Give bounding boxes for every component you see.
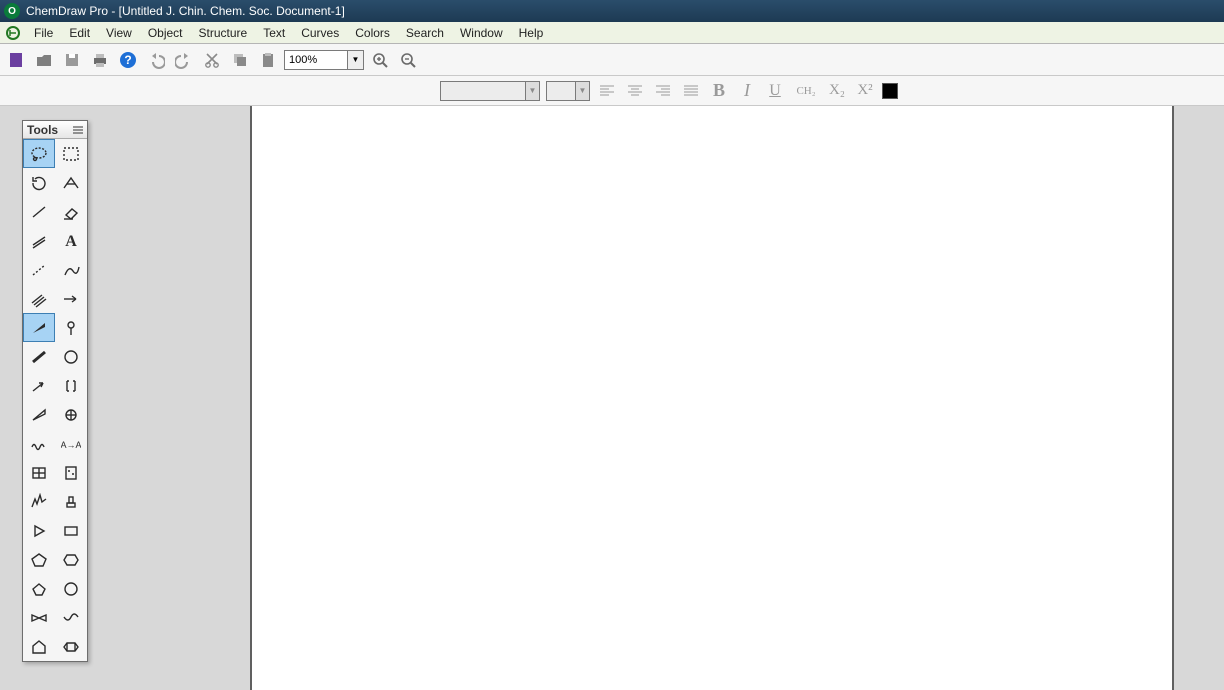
undo-button[interactable]	[144, 48, 168, 72]
dashed-bond-tool[interactable]	[23, 255, 55, 284]
open-button[interactable]	[32, 48, 56, 72]
chemical-symbol-tool[interactable]	[55, 400, 87, 429]
subscript-button[interactable]: X₂	[826, 80, 848, 102]
cut-button[interactable]	[200, 48, 224, 72]
menu-help[interactable]: Help	[511, 24, 552, 42]
new-document-button[interactable]	[4, 48, 28, 72]
text-tool[interactable]: A	[55, 226, 87, 255]
svg-text:A: A	[65, 233, 77, 250]
font-size-combo[interactable]: ▼	[546, 81, 590, 101]
window-title: ChemDraw Pro - [Untitled J. Chin. Chem. …	[26, 4, 345, 18]
paste-button[interactable]	[256, 48, 280, 72]
format-toolbar: ▼ ▼ B I U CH₂ X₂ X²	[0, 76, 1224, 106]
zoom-out-button[interactable]	[396, 48, 420, 72]
drawing-canvas[interactable]	[250, 106, 1174, 690]
hexagon-tool[interactable]	[55, 545, 87, 574]
menu-curves[interactable]: Curves	[293, 24, 347, 42]
menu-edit[interactable]: Edit	[61, 24, 98, 42]
menu-object[interactable]: Object	[140, 24, 191, 42]
arrow-tool[interactable]	[55, 284, 87, 313]
bowtie-tool[interactable]	[23, 603, 55, 632]
menu-window[interactable]: Window	[452, 24, 511, 42]
rectangle-tool[interactable]	[55, 516, 87, 545]
menu-file[interactable]: File	[26, 24, 61, 42]
align-right-button[interactable]	[652, 80, 674, 102]
save-button[interactable]	[60, 48, 84, 72]
bracket-tool[interactable]	[55, 371, 87, 400]
font-family-combo[interactable]: ▼	[440, 81, 540, 101]
svg-text:?: ?	[124, 53, 131, 67]
double-bond-tool[interactable]	[23, 226, 55, 255]
bold-button[interactable]: B	[708, 80, 730, 102]
atom-label-tool[interactable]: A→A	[55, 429, 87, 458]
hollow-wedge-tool[interactable]	[23, 400, 55, 429]
svg-text:A→A: A→A	[61, 440, 81, 450]
rotate-tool[interactable]	[23, 168, 55, 197]
redo-button[interactable]	[172, 48, 196, 72]
align-center-button[interactable]	[624, 80, 646, 102]
menu-colors[interactable]: Colors	[347, 24, 398, 42]
zoom-level-field[interactable]: 100% ▼	[284, 50, 364, 70]
zoom-dropdown-arrow[interactable]: ▼	[347, 51, 363, 69]
eraser-tool[interactable]	[55, 197, 87, 226]
cube-tool[interactable]	[55, 632, 87, 661]
menu-bar: File Edit View Object Structure Text Cur…	[0, 22, 1224, 44]
cyclopentane-tool[interactable]	[23, 574, 55, 603]
zoom-value: 100%	[289, 54, 317, 66]
stamp-tool[interactable]	[55, 487, 87, 516]
struct-perspective-tool[interactable]	[55, 168, 87, 197]
play-tool[interactable]	[23, 516, 55, 545]
help-button[interactable]: ?	[116, 48, 140, 72]
pentagon-tool[interactable]	[23, 545, 55, 574]
tlc-plate-tool[interactable]	[55, 458, 87, 487]
text-color-swatch[interactable]	[882, 83, 898, 99]
wedge-bond-tool[interactable]	[23, 313, 55, 342]
formula-button[interactable]: CH₂	[792, 80, 820, 102]
title-bar: O ChemDraw Pro - [Untitled J. Chin. Chem…	[0, 0, 1224, 22]
wavy-bond-tool[interactable]	[23, 429, 55, 458]
boat-tool[interactable]	[55, 603, 87, 632]
menu-text[interactable]: Text	[255, 24, 293, 42]
work-area: Tools A A→A	[0, 106, 1224, 690]
menu-search[interactable]: Search	[398, 24, 452, 42]
tools-palette-menu-icon[interactable]	[73, 123, 83, 137]
align-justify-button[interactable]	[680, 80, 702, 102]
italic-button[interactable]: I	[736, 80, 758, 102]
table-tool[interactable]	[23, 458, 55, 487]
cyclohexane-tool[interactable]	[55, 574, 87, 603]
tools-palette-title: Tools	[27, 123, 58, 137]
menu-view[interactable]: View	[98, 24, 140, 42]
mdi-restore-icon[interactable]	[4, 25, 22, 41]
multiple-bond-tool[interactable]	[23, 284, 55, 313]
orbital-tool[interactable]	[55, 313, 87, 342]
align-left-button[interactable]	[596, 80, 618, 102]
circle-tool[interactable]	[55, 342, 87, 371]
tools-palette-title-bar[interactable]: Tools	[23, 121, 87, 139]
arrow-bond-tool[interactable]	[23, 371, 55, 400]
zoom-in-button[interactable]	[368, 48, 392, 72]
lasso-tool[interactable]	[23, 139, 55, 168]
solid-bond-tool[interactable]	[23, 197, 55, 226]
font-size-arrow[interactable]: ▼	[575, 82, 589, 100]
tools-palette[interactable]: Tools A A→A	[22, 120, 88, 662]
peak-tool[interactable]	[23, 487, 55, 516]
font-family-arrow[interactable]: ▼	[525, 82, 539, 100]
house-tool[interactable]	[23, 632, 55, 661]
superscript-button[interactable]: X²	[854, 80, 876, 102]
menu-structure[interactable]: Structure	[191, 24, 256, 42]
tools-grid: A A→A	[23, 139, 87, 661]
app-icon: O	[4, 3, 20, 19]
marquee-tool[interactable]	[55, 139, 87, 168]
print-button[interactable]	[88, 48, 112, 72]
underline-button[interactable]: U	[764, 80, 786, 102]
copy-button[interactable]	[228, 48, 252, 72]
pen-tool[interactable]	[55, 255, 87, 284]
main-toolbar: ? 100% ▼	[0, 44, 1224, 76]
bold-bond-tool[interactable]	[23, 342, 55, 371]
